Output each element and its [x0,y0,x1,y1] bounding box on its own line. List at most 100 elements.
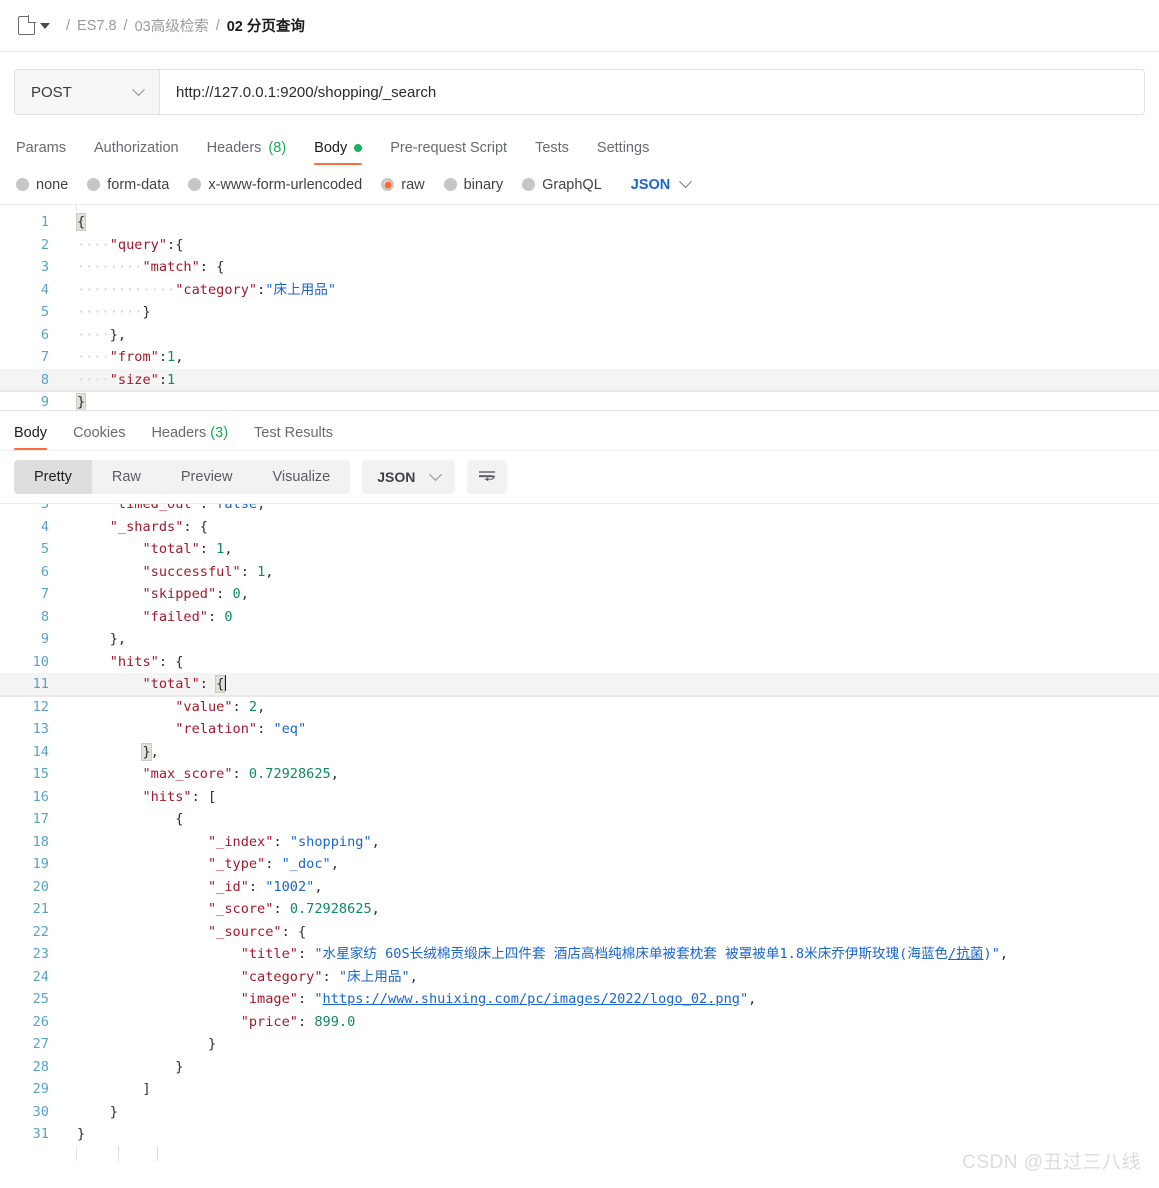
response-format-value: JSON [377,469,416,485]
tab-headers-count: (8) [268,140,287,156]
tab-settings[interactable]: Settings [597,140,649,165]
line-number: 21 [32,901,49,917]
response-tab-headers-label: Headers [151,425,207,441]
response-toolbar: Pretty Raw Preview Visualize JSON [0,451,1159,503]
body-type-none[interactable]: none [16,177,68,193]
chevron-down-icon[interactable] [40,22,50,29]
request-body-format-value: JSON [630,176,671,193]
code-line: 31 } [0,1123,1159,1146]
request-body-editor[interactable]: 1 { 2 ····"query":{ 3 ········"match": {… [0,205,1159,411]
line-code: } [207,1036,217,1052]
line-number: 23 [32,946,49,962]
body-type-form-data[interactable]: form-data [87,177,169,193]
tab-pre-request-script[interactable]: Pre-request Script [390,140,507,165]
line-code: "successful": 1, [142,563,274,580]
response-code-lines: 3 "timed_out": false, 4 "_shards": { 5 "… [0,504,1159,1146]
tab-headers[interactable]: Headers (8) [207,140,287,165]
response-body-editor[interactable]: 3 "timed_out": false, 4 "_shards": { 5 "… [0,503,1159,1161]
line-number: 9 [40,394,49,410]
view-mode-pretty[interactable]: Pretty [14,460,92,494]
collection-icon-group[interactable] [18,15,50,35]
request-url-value: http://127.0.0.1:9200/shopping/_search [176,83,437,101]
line-code: { [75,213,87,231]
line-number: 5 [40,304,49,320]
line-number: 12 [32,698,49,715]
code-line: 19 "_type": "_doc", [0,853,1159,876]
body-type-urlencoded[interactable]: x-www-form-urlencoded [188,177,362,193]
code-line: 29 ] [0,1078,1159,1101]
breadcrumb-item-current[interactable]: 02 分页查询 [227,15,305,36]
line-code: "_score": 0.72928625, [207,901,380,917]
breadcrumb-separator-1: / [66,17,71,34]
view-mode-raw[interactable]: Raw [92,460,161,494]
tab-tests[interactable]: Tests [535,140,569,165]
line-number: 1 [40,214,49,230]
body-type-binary[interactable]: binary [443,177,503,193]
view-mode-preview-label: Preview [180,469,233,485]
wrap-lines-button[interactable] [467,460,508,494]
line-number: 31 [32,1126,49,1142]
line-code: "total": { [142,675,226,693]
code-line: 4 ············"category":"床上用品" [0,279,1159,302]
code-line: 7 "skipped": 0, [0,583,1159,606]
code-line: 8 "failed": 0 [0,606,1159,629]
code-line: 28 } [0,1056,1159,1079]
tab-authorization[interactable]: Authorization [94,140,179,165]
line-number: 26 [32,1013,49,1030]
view-mode-visualize[interactable]: Visualize [252,460,350,494]
code-line: 17 { [0,808,1159,831]
body-type-graphql[interactable]: GraphQL [522,177,602,193]
code-line: 1 { [0,211,1159,234]
body-type-raw[interactable]: raw [381,177,425,193]
line-code: "failed": 0 [142,608,233,625]
response-tab-body-label: Body [14,425,48,441]
code-line: 5 "total": 1, [0,538,1159,561]
response-tab-test-results[interactable]: Test Results [254,425,333,450]
line-code: "_shards": { [109,518,208,535]
code-line: 24 "category": "床上用品", [0,966,1159,989]
line-number: 30 [32,1103,49,1120]
chevron-down-icon [679,175,693,189]
tab-body[interactable]: Body [314,140,363,165]
response-tab-headers[interactable]: Headers (3) [151,425,228,450]
tab-headers-label: Headers [206,140,262,156]
breadcrumb-item-advanced-search[interactable]: 03高级检索 [135,15,209,36]
response-tab-body[interactable]: Body [14,425,48,450]
line-number: 6 [40,563,49,580]
code-line-active: 11 "total": { [0,673,1159,696]
document-icon [18,15,36,35]
wrap-lines-icon [479,471,496,482]
breadcrumb-item-es78[interactable]: ES7.8 [77,18,117,34]
request-body-format-select[interactable]: JSON [630,175,693,193]
code-line: 12 "value": 2, [0,696,1159,719]
code-line: 20 "_id": "1002", [0,876,1159,899]
line-number: 28 [32,1058,49,1075]
tab-params[interactable]: Params [16,140,66,165]
code-line-active: 8 ····"size":1 [0,368,1159,391]
line-number: 4 [40,281,49,298]
code-line: 2 ····"query":{ [0,234,1159,257]
view-mode-preview[interactable]: Preview [161,460,253,494]
line-code: "_source": { [207,923,307,940]
body-type-graphql-label: GraphQL [542,176,602,193]
line-code: ] [142,1081,151,1097]
code-line: 13 "relation": "eq" [0,718,1159,741]
line-code: } [75,393,87,410]
request-url-bar: POST http://127.0.0.1:9200/shopping/_sea… [14,69,1145,115]
http-method-select[interactable]: POST [15,70,160,114]
tab-authorization-label: Authorization [93,140,179,156]
code-line: 3 ········"match": { [0,256,1159,279]
request-url-input[interactable]: http://127.0.0.1:9200/shopping/_search [160,70,1144,114]
line-number: 24 [32,968,49,985]
response-tab-cookies[interactable]: Cookies [73,425,125,450]
line-code-image: "image": "https://www.shuixing.com/pc/im… [240,991,757,1007]
response-format-select[interactable]: JSON [362,460,456,494]
image-url-link[interactable]: https://www.shuixing.com/pc/images/2022/… [323,991,740,1007]
code-line: 23 "title": "水星家纺 60S长绒棉贡缎床上四件套 酒店高档纯棉床单… [0,943,1159,966]
response-tab-headers-count: (3) [210,425,229,441]
body-type-urlencoded-label: x-www-form-urlencoded [208,176,363,193]
line-number: 5 [40,541,49,557]
code-line: 16 "hits": [ [0,786,1159,809]
code-line: 18 "_index": "shopping", [0,831,1159,854]
tab-params-label: Params [16,140,66,156]
